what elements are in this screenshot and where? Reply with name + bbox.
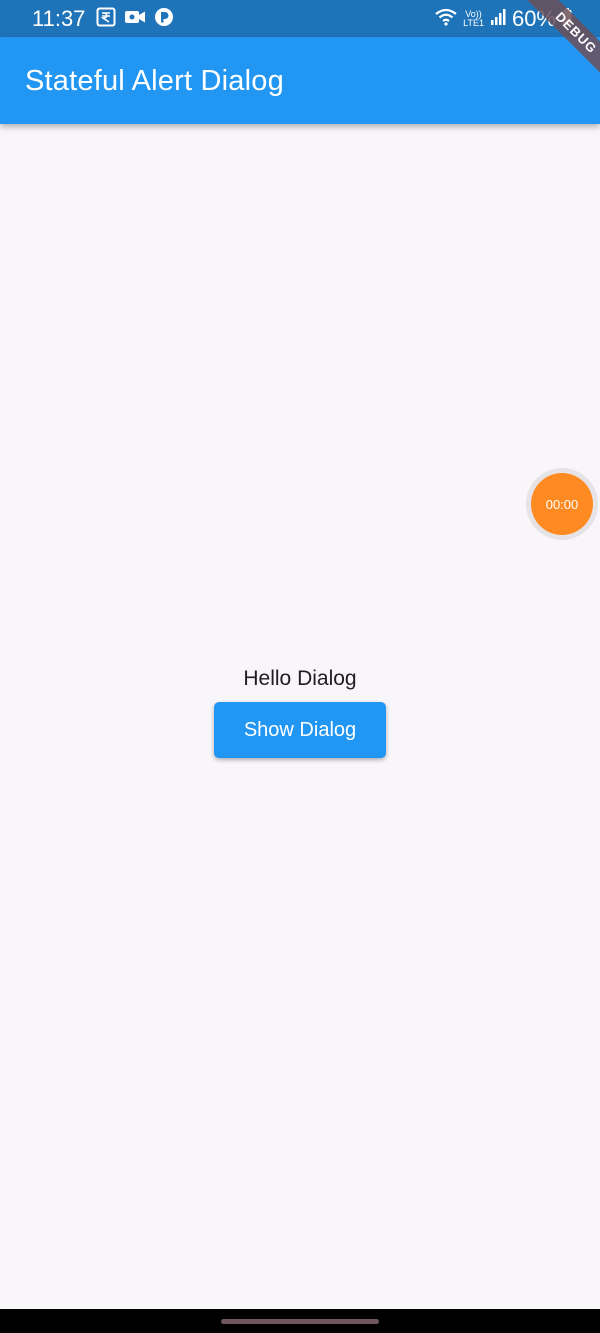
lte-label: LTE1 (463, 18, 484, 28)
wifi-icon (435, 7, 457, 32)
timer-bubble[interactable]: 00:00 (526, 468, 598, 540)
navigation-bar (0, 1309, 600, 1333)
video-camera-icon (124, 7, 146, 32)
hello-text: Hello Dialog (243, 667, 357, 690)
app-bar: Stateful Alert Dialog (0, 37, 600, 124)
show-dialog-button[interactable]: Show Dialog (214, 702, 386, 758)
signal-icon (490, 8, 506, 31)
main-content: Hello Dialog Show Dialog (0, 664, 600, 758)
status-notification-icons (96, 7, 174, 32)
volte-icon: Vo)) LTE1 (463, 10, 484, 28)
app-notification-icon (154, 7, 174, 32)
rupee-icon (96, 7, 116, 32)
status-time: 11:37 (32, 6, 86, 31)
timer-text: 00:00 (531, 473, 593, 535)
status-bar: 11:37 Vo)) LTE1 60% (0, 0, 600, 37)
app-title: Stateful Alert Dialog (25, 65, 284, 97)
home-gesture-handle[interactable] (221, 1319, 379, 1324)
